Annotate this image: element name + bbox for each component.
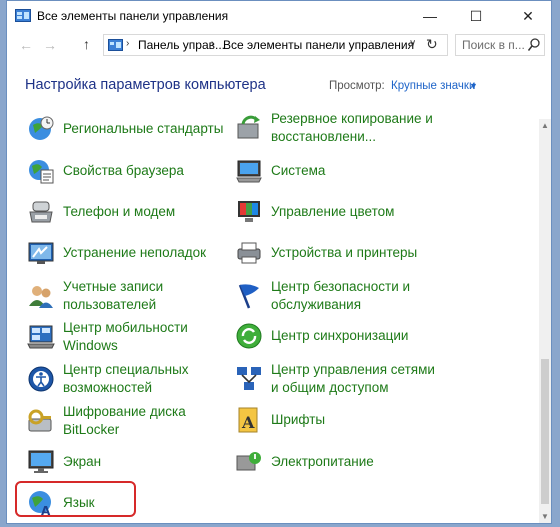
back-arrow-icon[interactable]: ← <box>19 37 33 53</box>
control-panel-icon <box>108 39 123 51</box>
control-panel-window: Все элементы панели управления — ☐ ✕ ← →… <box>6 0 552 524</box>
item-label: Электропитание <box>271 454 374 469</box>
item-sync-center[interactable]: Центр синхронизации <box>235 321 475 351</box>
item-display[interactable]: Экран <box>27 448 237 476</box>
view-by-dropdown[interactable]: Крупные значки <box>391 80 475 92</box>
title-bar: Все элементы панели управления — ☐ ✕ <box>7 1 551 31</box>
item-label: Резервное копирование и восстановлени... <box>271 111 433 144</box>
control-panel-icon <box>15 9 31 22</box>
refresh-icon[interactable]: ↻ <box>426 36 438 53</box>
devices-printers-icon <box>237 242 261 264</box>
item-user-accounts[interactable]: Учетные записи пользователей <box>27 279 237 312</box>
item-phone-modem[interactable]: Телефон и модем <box>27 198 237 226</box>
ease-of-access-icon <box>28 366 54 392</box>
window-title: Все элементы панели управления <box>37 9 229 23</box>
item-label: Устранение неполадок <box>63 245 207 260</box>
item-ease-of-access[interactable]: Центр специальных возможностей <box>27 362 237 395</box>
item-system[interactable]: Система <box>235 157 475 185</box>
search-box[interactable]: Поиск в п... <box>455 34 545 56</box>
backup-restore-icon <box>237 115 260 139</box>
item-label: Центр управления сетями и общим доступом <box>271 362 435 395</box>
dropdown-arrow-icon[interactable]: ▼ <box>469 81 478 91</box>
troubleshooting-icon <box>28 242 54 264</box>
item-label: Учетные записи пользователей <box>63 279 164 312</box>
item-label: Шрифты <box>271 412 326 427</box>
item-security-maintenance[interactable]: Центр безопасности и обслуживания <box>235 279 475 312</box>
sync-center-icon <box>236 323 262 349</box>
forward-arrow-icon[interactable]: → <box>43 37 57 53</box>
item-mobility-center[interactable]: Центр мобильности Windows <box>27 320 237 353</box>
phone-modem-icon <box>29 201 53 223</box>
item-label: Устройства и принтеры <box>271 245 418 260</box>
system-icon <box>236 160 262 183</box>
item-label: Центр синхронизации <box>271 328 409 343</box>
user-accounts-icon <box>29 286 53 308</box>
chevron-down-icon[interactable]: ∨ <box>409 38 416 49</box>
item-regional-settings[interactable]: Региональные стандарты <box>27 115 237 143</box>
chevron-right-icon[interactable]: › <box>126 38 129 49</box>
item-label: Телефон и модем <box>63 204 176 219</box>
item-devices-printers[interactable]: Устройства и принтеры <box>235 239 475 267</box>
color-management-icon <box>238 201 260 222</box>
item-fonts[interactable]: A Шрифты <box>235 405 475 435</box>
navigation-bar: ← → ↑ › Панель управ... › Все элементы п… <box>7 31 551 61</box>
svg-text:A: A <box>241 413 255 432</box>
minimize-button[interactable]: — <box>407 1 453 31</box>
item-label: Экран <box>63 454 102 469</box>
security-flag-icon <box>238 284 259 309</box>
maximize-button[interactable]: ☐ <box>453 1 499 31</box>
item-network-center[interactable]: Центр управления сетями и общим доступом <box>235 362 475 395</box>
item-troubleshooting[interactable]: Устранение неполадок <box>27 239 237 267</box>
close-button[interactable]: ✕ <box>503 1 551 31</box>
view-by-label: Просмотр: <box>329 80 385 92</box>
globe-clock-icon <box>29 116 54 140</box>
search-placeholder: Поиск в п... <box>462 38 525 52</box>
page-title: Настройка параметров компьютера <box>25 77 266 93</box>
power-options-icon <box>236 452 261 471</box>
address-bar[interactable]: › Панель управ... › Все элементы панели … <box>103 34 448 56</box>
item-bitlocker[interactable]: Шифрование диска BitLocker <box>27 404 237 437</box>
display-icon <box>28 450 54 473</box>
item-label: Региональные стандарты <box>63 121 224 136</box>
network-center-icon <box>237 367 261 390</box>
item-label: Система <box>271 163 326 178</box>
scroll-up-icon[interactable]: ▲ <box>541 121 549 130</box>
item-label: Центр безопасности и обслуживания <box>271 279 411 312</box>
chevron-right-icon[interactable]: › <box>211 38 214 49</box>
item-label: Шифрование диска BitLocker <box>63 404 186 437</box>
language-highlight-box <box>15 481 136 517</box>
item-power-options[interactable]: Электропитание <box>235 448 475 476</box>
internet-options-icon <box>29 160 54 184</box>
item-label: Центр мобильности Windows <box>63 320 188 353</box>
search-icon <box>528 38 540 51</box>
scroll-thumb[interactable] <box>541 359 549 504</box>
item-backup-restore[interactable]: Резервное копирование и восстановлени... <box>235 111 475 145</box>
scroll-down-icon[interactable]: ▼ <box>541 512 549 521</box>
mobility-center-icon <box>27 325 55 349</box>
bitlocker-icon <box>28 409 52 432</box>
breadcrumb-all-items[interactable]: Все элементы панели управления <box>223 38 414 52</box>
item-label: Центр специальных возможностей <box>63 362 189 395</box>
item-label: Свойства браузера <box>63 163 184 178</box>
up-arrow-icon[interactable]: ↑ <box>83 36 90 52</box>
item-label: Управление цветом <box>271 204 395 219</box>
fonts-icon: A <box>238 407 258 433</box>
vertical-scrollbar[interactable]: ▲ ▼ <box>539 119 551 523</box>
item-internet-options[interactable]: Свойства браузера <box>27 157 237 185</box>
item-color-management[interactable]: Управление цветом <box>235 198 475 226</box>
